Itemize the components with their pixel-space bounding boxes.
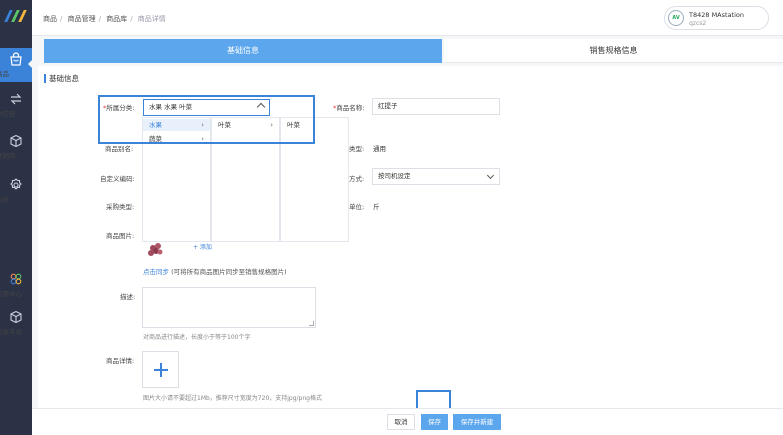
description-label: 描述:: [120, 293, 136, 301]
product-image[interactable]: [145, 240, 175, 260]
breadcrumb: 商品 / 商品管理 / 商品库 / 商品详情: [43, 15, 166, 23]
sidebar-item-inventory[interactable]: 进销存: [0, 130, 32, 164]
breadcrumb-item[interactable]: 商品管理: [68, 15, 96, 23]
image-label: 商品图片:: [106, 232, 135, 240]
save-and-new-button[interactable]: 保存并新建: [453, 414, 501, 430]
tab-sales-spec[interactable]: 销售规格信息: [444, 39, 783, 63]
name-field[interactable]: 红提子: [372, 98, 500, 115]
image-sync-row: 点击同步 (可将所有商品图片同步至销售规格图片): [143, 266, 287, 276]
user-menu[interactable]: AV T8428 MAstation qzcs2: [664, 6, 769, 30]
sidebar-item-label: 信息平台: [0, 328, 22, 336]
gear-icon: [10, 178, 22, 190]
sidebar-item-goods[interactable]: 商品: [0, 48, 32, 82]
sidebar-item-app-center[interactable]: 应用中心: [0, 268, 32, 302]
detail-hint: 图片大小请不要超过1Mb，推荐尺寸宽度为720，支持jpg/png格式: [143, 395, 322, 402]
user-account: qzcs2: [689, 20, 707, 27]
type-label: 类型:: [349, 145, 365, 153]
apps-icon: [10, 273, 22, 285]
breadcrumb-item[interactable]: 商品库: [106, 15, 127, 23]
resize-handle[interactable]: [309, 321, 314, 326]
alias-label: 商品别名:: [105, 145, 134, 153]
cancel-button[interactable]: 取消: [387, 414, 415, 430]
description-textarea[interactable]: [142, 287, 316, 328]
avatar: AV: [668, 10, 684, 26]
save-button[interactable]: 保存: [421, 414, 448, 430]
highlight-category: [98, 95, 315, 144]
sync-hint: (可将所有商品图片同步至销售规格图片): [171, 268, 287, 276]
sidebar-item-label: 系统: [0, 196, 9, 204]
sidebar-item-label: 商品: [0, 70, 9, 78]
box-icon: [10, 134, 22, 148]
type-value: 通用: [373, 145, 386, 153]
purchase-type-label: 采购类型:: [106, 203, 135, 211]
bag-icon: [10, 52, 22, 66]
method-select[interactable]: 按司机设定: [372, 168, 500, 185]
user-name: T8428 MAstation: [689, 11, 745, 19]
sidebar-item-label: 进销存: [0, 152, 16, 160]
sidebar-item-label: 供应链: [0, 110, 16, 118]
name-label: *商品名称:: [333, 104, 365, 112]
sidebar-item-supply-chain[interactable]: 供应链: [0, 88, 32, 122]
unit-label: 单位:: [349, 203, 365, 211]
unit-value: 斤: [373, 203, 380, 211]
sidebar: 商品 供应链 进销存 系统 应用中心 信息平台: [0, 0, 32, 435]
section-title: 基础信息: [44, 74, 79, 83]
method-label: 方式:: [349, 175, 365, 183]
top-bar: 商品 / 商品管理 / 商品库 / 商品详情 AV T8428 MAstation q…: [32, 0, 783, 36]
chevron-down-icon: [486, 171, 495, 180]
sidebar-item-info-platform[interactable]: 信息平台: [0, 306, 32, 340]
sidebar-item-label: 应用中心: [0, 290, 22, 298]
sidebar-item-system[interactable]: 系统: [0, 174, 32, 208]
logo: [4, 9, 28, 23]
add-image-link[interactable]: + 添加: [193, 242, 212, 251]
tab-basic-info[interactable]: 基础信息: [44, 39, 442, 63]
custom-code-label: 自定义编码:: [100, 175, 135, 183]
footer-bar: 取消 保存 保存并新建: [32, 408, 783, 435]
breadcrumb-item[interactable]: 商品: [43, 15, 57, 23]
sync-images-link[interactable]: 点击同步: [143, 268, 169, 276]
cube-icon: [10, 310, 22, 324]
detail-label: 商品详情:: [106, 357, 135, 365]
description-hint: 对商品进行描述，长度小于等于100个字: [143, 334, 251, 341]
exchange-icon: [10, 93, 22, 105]
detail-upload-button[interactable]: [142, 351, 179, 388]
breadcrumb-current: 商品详情: [137, 15, 166, 23]
active-indicator: [28, 60, 32, 68]
